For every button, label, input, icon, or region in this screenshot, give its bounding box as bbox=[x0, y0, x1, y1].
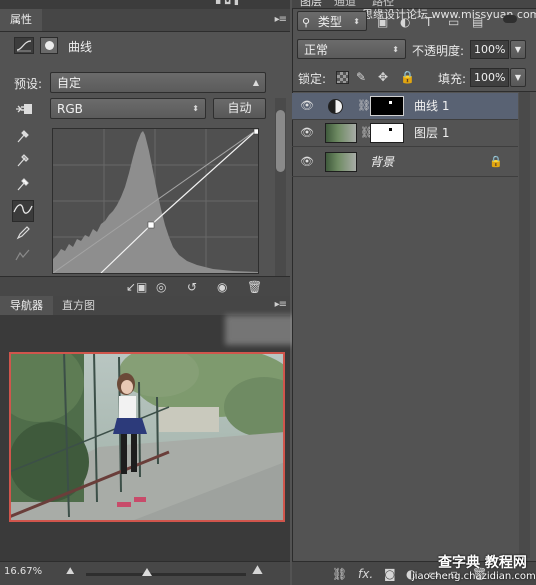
lock-image-brush-icon[interactable]: ✎ bbox=[356, 69, 366, 85]
panel-menu-icon[interactable]: ▸≡ bbox=[275, 299, 287, 310]
preset-select[interactable]: 自定 ▲ bbox=[50, 72, 266, 93]
zoom-in-icon[interactable]: ⛰ bbox=[252, 563, 263, 579]
tab-channels[interactable]: 通道 bbox=[334, 0, 356, 8]
reset-icon[interactable]: ↺ bbox=[187, 279, 197, 295]
link-layers-icon[interactable]: ⛓ bbox=[332, 566, 347, 582]
divider bbox=[292, 91, 536, 92]
lock-transparent-icon[interactable] bbox=[336, 71, 349, 84]
preset-label: 预设: bbox=[14, 77, 43, 91]
delete-adjustment-icon[interactable]: 🗑 bbox=[247, 279, 262, 295]
blend-mode-select[interactable]: 正常 ⬍ bbox=[297, 39, 406, 59]
layer-thumbnail bbox=[325, 123, 357, 143]
layer-name[interactable]: 图层 1 bbox=[414, 120, 449, 147]
smooth-curve-icon[interactable] bbox=[12, 248, 34, 270]
lock-label: 锁定: bbox=[298, 72, 327, 86]
layer-name[interactable]: 背景 bbox=[370, 147, 394, 177]
navigator-preview-area[interactable] bbox=[0, 315, 375, 561]
visibility-eye-icon[interactable]: 👁 bbox=[300, 126, 314, 140]
zoom-percentage[interactable]: 16.67% bbox=[4, 566, 42, 577]
filter-kind-select[interactable]: ⚲ 类型 ⬍ bbox=[297, 11, 367, 31]
curves-graph[interactable] bbox=[52, 128, 260, 274]
navigator-view-box[interactable] bbox=[9, 352, 285, 522]
tab-properties[interactable]: 属性 bbox=[0, 9, 42, 31]
zoom-out-icon[interactable]: ⛰ bbox=[66, 564, 74, 580]
visibility-eye-icon[interactable]: 👁 bbox=[300, 155, 314, 169]
filter-smart-icon[interactable]: ▤ bbox=[472, 14, 483, 30]
select-arrow-icon: ⬍ bbox=[192, 104, 199, 113]
filter-kind-value: 类型 bbox=[317, 15, 342, 29]
curves-graph-canvas bbox=[52, 128, 260, 274]
curve-endpoint[interactable] bbox=[253, 128, 260, 135]
watermark-bottom-url: jiaocheng.chazidian.com bbox=[412, 571, 536, 582]
white-point-eyedropper-icon[interactable] bbox=[12, 176, 34, 198]
watermark-bottom-title: 查字典 教程网 bbox=[438, 555, 527, 571]
adjustment-name: 曲线 bbox=[68, 40, 93, 54]
filter-pixel-icon[interactable]: ▣ bbox=[377, 14, 388, 30]
lock-icon: 🔒 bbox=[489, 155, 503, 168]
edit-curve-points-icon[interactable] bbox=[12, 200, 34, 222]
layer-mask-thumbnail[interactable] bbox=[370, 96, 404, 116]
properties-tabbar: 属性 ▸≡ bbox=[0, 9, 290, 32]
fx-icon[interactable]: fx. bbox=[358, 566, 373, 582]
curves-adjustment-icon[interactable] bbox=[14, 37, 34, 54]
gray-point-eyedropper-icon[interactable] bbox=[12, 152, 34, 174]
fill-input[interactable]: 100% bbox=[470, 68, 509, 87]
zoom-slider-track[interactable] bbox=[86, 573, 246, 576]
adjustment-layer-icon bbox=[325, 96, 345, 116]
lock-all-icon[interactable]: 🔒 bbox=[400, 69, 415, 85]
pencil-draw-icon[interactable] bbox=[12, 224, 34, 246]
add-mask-icon[interactable]: ◙ bbox=[384, 566, 396, 582]
layer-row-layer1[interactable]: 👁 ⛓ 图层 1 bbox=[292, 120, 518, 147]
layer-row-background[interactable]: 👁 背景 🔒 bbox=[292, 147, 518, 177]
mask-icon[interactable] bbox=[40, 37, 58, 54]
black-point-eyedropper-icon[interactable] bbox=[12, 128, 34, 150]
channel-select[interactable]: RGB ⬍ bbox=[50, 98, 206, 119]
select-arrow-icon: ▲ bbox=[252, 78, 259, 87]
filter-shape-icon[interactable]: ▭ bbox=[448, 14, 459, 30]
layer-mask-thumbnail[interactable] bbox=[370, 123, 404, 143]
properties-scroll-thumb[interactable] bbox=[276, 110, 285, 172]
tab-navigator[interactable]: 导航器 bbox=[0, 296, 53, 315]
navigator-bottom-bar: 16.67% ⛰ ⛰ bbox=[0, 561, 290, 585]
filter-adjustment-icon[interactable]: ◐ bbox=[400, 14, 410, 30]
select-arrow-icon: ⬍ bbox=[392, 45, 399, 54]
panel-menu-icon[interactable]: ▸≡ bbox=[275, 14, 287, 25]
fill-label: 填充: bbox=[438, 72, 467, 86]
filter-type-icon[interactable]: T bbox=[425, 14, 432, 30]
channel-value: RGB bbox=[57, 102, 83, 116]
opacity-label: 不透明度: bbox=[412, 44, 465, 58]
layer-name[interactable]: 曲线 1 bbox=[414, 93, 449, 120]
navigator-tabbar: 导航器 直方图 ▸≡ bbox=[0, 296, 290, 316]
properties-bottom-bar: ↙▣ ◎ ↺ ◉ 🗑 bbox=[0, 276, 290, 297]
fill-dropdown-icon[interactable]: ▼ bbox=[510, 68, 526, 87]
visibility-eye-icon[interactable]: 👁 bbox=[300, 99, 314, 113]
search-icon: ⚲ bbox=[302, 16, 311, 29]
lock-position-icon[interactable]: ✥ bbox=[378, 69, 388, 85]
filter-toggle[interactable] bbox=[503, 15, 517, 23]
view-previous-state-icon[interactable]: ◎ bbox=[156, 279, 166, 295]
select-arrow-icon: ⬍ bbox=[353, 17, 360, 26]
photoshop-workspace: ▪ ◘ ▮ 属性 ▸≡ 曲线 预设: 自定 ▲ RGB ⬍ 自动 ↙▣ ◎ ↺ … bbox=[0, 0, 536, 585]
layers-panel bbox=[292, 0, 536, 585]
opacity-dropdown-icon[interactable]: ▼ bbox=[510, 40, 526, 59]
link-chain-icon[interactable]: ⛓ bbox=[357, 99, 371, 112]
tab-histogram[interactable]: 直方图 bbox=[52, 296, 105, 315]
zoom-slider-handle[interactable] bbox=[142, 568, 152, 576]
tab-layers[interactable]: 图层 bbox=[300, 0, 322, 8]
panel-strip-icons: ▪ ◘ ▮ bbox=[215, 0, 239, 7]
toggle-visibility-icon[interactable]: ◉ bbox=[217, 279, 227, 295]
opacity-input[interactable]: 100% bbox=[470, 40, 509, 59]
target-adjust-hand-icon[interactable] bbox=[13, 101, 37, 117]
layer-row-curves[interactable]: 👁 ⛓ 曲线 1 bbox=[292, 93, 518, 120]
preset-value: 自定 bbox=[57, 76, 82, 90]
auto-button[interactable]: 自动 bbox=[213, 98, 266, 119]
clip-to-layer-icon[interactable]: ↙▣ bbox=[126, 279, 147, 295]
curve-control-point[interactable] bbox=[147, 221, 155, 229]
layer-thumbnail bbox=[325, 152, 357, 172]
layers-scrollbar[interactable] bbox=[519, 92, 530, 558]
blend-mode-value: 正常 bbox=[304, 43, 329, 57]
